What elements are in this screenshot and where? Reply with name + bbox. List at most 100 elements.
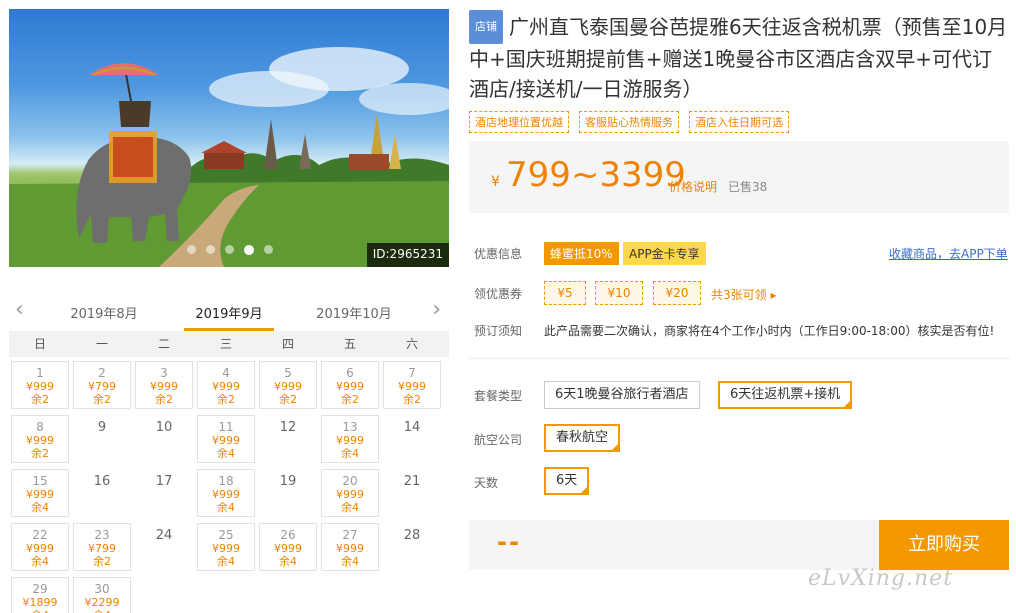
day-price: ¥799 <box>88 542 116 555</box>
coupon-label: 领优惠券 <box>474 287 523 301</box>
section-divider <box>469 358 1009 359</box>
price-range: 799~3399 <box>506 155 686 195</box>
day-number: 8 <box>36 420 44 434</box>
calendar-day-available[interactable]: 1 ¥999 余2 <box>11 361 69 409</box>
day-number: 12 <box>279 420 297 435</box>
coupon-10[interactable]: ¥10 <box>595 281 643 305</box>
day-price: ¥1899 <box>22 596 58 609</box>
price-box: ¥ 799~3399 价格说明 已售38 <box>469 141 1009 213</box>
calendar-day-available[interactable]: 6 ¥999 余2 <box>321 361 379 409</box>
calendar-day-available[interactable]: 26 ¥999 余4 <box>259 523 317 571</box>
month-tab-next[interactable]: 2019年10月 <box>309 303 399 322</box>
calendar-day: 19 <box>257 469 319 517</box>
discount-badge-honey: 蜂蜜抵10% <box>544 242 619 265</box>
currency-symbol: ¥ <box>491 174 500 190</box>
calendar-week-row: 29¥1899余430¥2299余4 <box>9 577 449 613</box>
calendar-day-available[interactable]: 8 ¥999 余2 <box>11 415 69 463</box>
shop-badge: 店铺 <box>469 10 503 44</box>
calendar-day: 9 <box>71 415 133 463</box>
calendar-body: 1 ¥999 余2 2 ¥799 余2 3 ¥999 余2 4 ¥999 余2 5 ¥999 余2 6 ¥999… <box>9 361 449 613</box>
package-type-label: 套餐类型 <box>474 389 523 403</box>
calendar-day-available[interactable]: 29¥1899余4 <box>11 577 69 613</box>
carousel-dot[interactable] <box>206 245 215 254</box>
calendar-day-available[interactable]: 22 ¥999 余4 <box>11 523 69 571</box>
carousel-dot-active[interactable] <box>244 245 254 255</box>
coupon-5[interactable]: ¥5 <box>544 281 586 305</box>
coupon-20[interactable]: ¥20 <box>653 281 701 305</box>
weekday-label: 二 <box>157 337 170 351</box>
package-option-hotel[interactable]: 6天1晚曼谷旅行者酒店 <box>544 381 700 409</box>
day-number: 30 <box>94 582 110 596</box>
favorite-app-link[interactable]: 收藏商品，去APP下单 <box>889 245 1008 262</box>
day-number: 18 <box>218 474 234 488</box>
calendar-day: 10 <box>133 415 195 463</box>
day-number: 27 <box>342 528 358 542</box>
calendar-month-nav: ‹ 2019年8月 2019年9月 2019年10月 › <box>9 293 449 331</box>
calendar-day-available[interactable]: 25 ¥999 余4 <box>197 523 255 571</box>
feature-tag: 酒店入住日期可选 <box>689 111 789 133</box>
chevron-right-icon[interactable]: › <box>432 297 441 322</box>
date-price-calendar: 日 一 二 三 四 五 六 1 ¥999 余2 2 ¥799 余2 3 ¥999 余2 4 ¥999… <box>9 331 449 613</box>
calendar-day-available[interactable]: 13 ¥999 余4 <box>321 415 379 463</box>
day-remaining: 余4 <box>341 555 359 568</box>
month-tab-prev[interactable]: 2019年8月 <box>59 303 149 322</box>
day-price: ¥999 <box>212 542 240 555</box>
image-id-label: ID:2965231 <box>366 243 449 267</box>
product-title-block: 店铺 广州直飞泰国曼谷芭提雅6天往返含税机票（预售至10月中+国庆班期提前售+赠送… <box>469 10 1009 104</box>
product-hero-image[interactable]: ID:2965231 <box>9 9 449 267</box>
days-option-selected[interactable]: 6天 <box>544 467 590 495</box>
weekday-label: 六 <box>405 337 418 351</box>
day-number: 7 <box>408 366 416 380</box>
day-number: 28 <box>403 528 421 543</box>
feature-tag: 客服贴心热情服务 <box>579 111 679 133</box>
calendar-day-available[interactable]: 4 ¥999 余2 <box>197 361 255 409</box>
day-price: ¥999 <box>274 542 302 555</box>
day-price: ¥999 <box>212 434 240 447</box>
day-price: ¥999 <box>26 488 54 501</box>
buy-now-button[interactable]: 立即购买 <box>879 520 1009 570</box>
calendar-day-available[interactable]: 23 ¥799 余2 <box>73 523 131 571</box>
month-tab-current[interactable]: 2019年9月 <box>184 303 274 322</box>
calendar-day-available[interactable]: 18 ¥999 余4 <box>197 469 255 517</box>
day-number: 24 <box>155 528 173 543</box>
calendar-day: 28 <box>381 523 443 571</box>
calendar-day-available[interactable]: 5 ¥999 余2 <box>259 361 317 409</box>
day-number: 5 <box>284 366 292 380</box>
day-remaining: 余2 <box>31 393 49 406</box>
calendar-day-available[interactable]: 15 ¥999 余4 <box>11 469 69 517</box>
day-price: ¥799 <box>88 380 116 393</box>
calendar-day-available[interactable]: 27 ¥999 余4 <box>321 523 379 571</box>
day-remaining: 余2 <box>93 555 111 568</box>
carousel-dot[interactable] <box>187 245 196 254</box>
day-remaining: 余4 <box>31 555 49 568</box>
calendar-day-available[interactable]: 20 ¥999 余4 <box>321 469 379 517</box>
weekday-label: 四 <box>281 337 294 351</box>
chevron-left-icon[interactable]: ‹ <box>15 297 24 322</box>
calendar-day-available[interactable]: 7 ¥999 余2 <box>383 361 441 409</box>
day-number: 25 <box>218 528 234 542</box>
calendar-day-available[interactable]: 2 ¥799 余2 <box>73 361 131 409</box>
calendar-day-available[interactable]: 3 ¥999 余2 <box>135 361 193 409</box>
day-remaining: 余2 <box>93 393 111 406</box>
day-number: 26 <box>280 528 296 542</box>
carousel-dot[interactable] <box>264 245 273 254</box>
day-number: 14 <box>403 420 421 435</box>
coupon-more-link[interactable]: 共3张可领 ▸ <box>711 286 776 303</box>
carousel-dot[interactable] <box>225 245 234 254</box>
day-remaining: 余2 <box>279 393 297 406</box>
price-explain-link[interactable]: 价格说明 <box>669 178 717 195</box>
discount-badge-app: APP金卡专享 <box>623 242 706 265</box>
day-number: 9 <box>97 420 107 435</box>
day-number: 13 <box>342 420 358 434</box>
day-remaining: 余4 <box>74 609 130 613</box>
calendar-day-available[interactable]: 11 ¥999 余4 <box>197 415 255 463</box>
day-remaining: 余4 <box>31 501 49 514</box>
airline-option-selected[interactable]: 春秋航空 <box>544 424 621 452</box>
day-price: ¥999 <box>212 380 240 393</box>
calendar-day-available[interactable]: 30¥2299余4 <box>73 577 131 613</box>
package-option-flight-selected[interactable]: 6天往返机票+接机 <box>718 381 853 409</box>
day-remaining: 余4 <box>341 447 359 460</box>
day-remaining: 余4 <box>341 501 359 514</box>
day-number: 11 <box>218 420 234 434</box>
carousel-dots <box>187 245 273 255</box>
